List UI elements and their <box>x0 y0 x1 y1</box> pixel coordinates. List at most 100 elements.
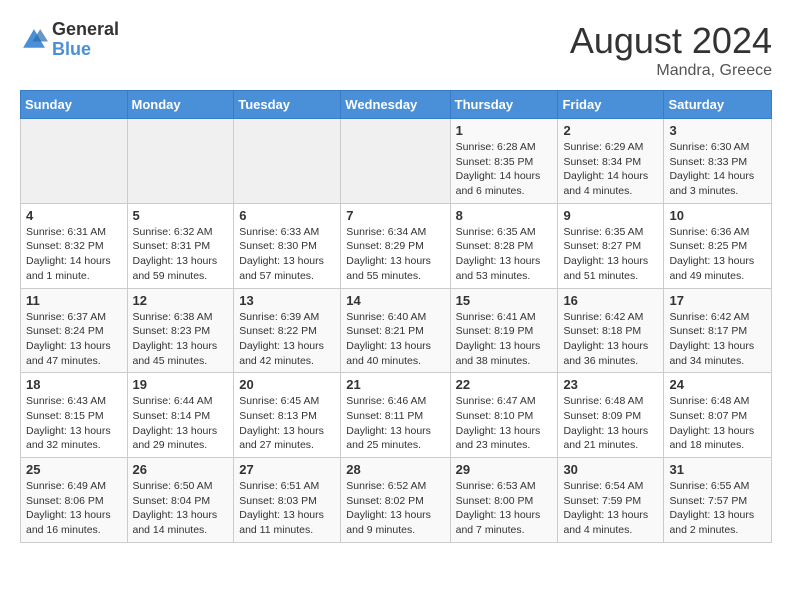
day-number: 4 <box>26 208 122 223</box>
calendar-cell <box>127 119 234 204</box>
calendar-cell: 1Sunrise: 6:28 AM Sunset: 8:35 PM Daylig… <box>450 119 558 204</box>
calendar-cell: 11 Sunrise: 6:37 AM Sunset: 8:24 PM Dayli… <box>21 288 128 373</box>
logo-icon <box>20 26 48 54</box>
day-info: Sunrise: 6:38 AM Sunset: 8:23 PM Dayligh… <box>133 310 229 369</box>
day-number: 12 <box>133 293 229 308</box>
calendar: Sunday Monday Tuesday Wednesday Thursday… <box>20 90 772 543</box>
day-info: Sunrise: 6:54 AM Sunset: 7:59 PM Dayligh… <box>563 479 658 538</box>
day-number: 21 <box>346 377 444 392</box>
calendar-week-4: 18 Sunrise: 6:43 AM Sunset: 8:15 PM Dayli… <box>21 373 772 458</box>
col-tuesday: Tuesday <box>234 91 341 119</box>
calendar-week-5: 25Sunrise: 6:49 AM Sunset: 8:06 PM Dayli… <box>21 458 772 543</box>
day-info: Sunrise: 6:48 AM Sunset: 8:09 PM Dayligh… <box>563 394 658 453</box>
calendar-cell: 29 Sunrise: 6:53 AM Sunset: 8:00 PM Dayli… <box>450 458 558 543</box>
calendar-cell: 27Sunrise: 6:51 AM Sunset: 8:03 PM Dayli… <box>234 458 341 543</box>
day-number: 20 <box>239 377 335 392</box>
logo-general: General <box>52 20 119 40</box>
calendar-cell: 13 Sunrise: 6:39 AM Sunset: 8:22 PM Dayli… <box>234 288 341 373</box>
day-info: Sunrise: 6:50 AM Sunset: 8:04 PM Dayligh… <box>133 479 229 538</box>
calendar-cell: 10 Sunrise: 6:36 AM Sunset: 8:25 PM Dayli… <box>664 203 772 288</box>
day-info: Sunrise: 6:48 AM Sunset: 8:07 PM Dayligh… <box>669 394 766 453</box>
day-info: Sunrise: 6:41 AM Sunset: 8:19 PM Dayligh… <box>456 310 553 369</box>
calendar-cell: 14Sunrise: 6:40 AM Sunset: 8:21 PM Dayli… <box>341 288 450 373</box>
calendar-week-3: 11 Sunrise: 6:37 AM Sunset: 8:24 PM Dayli… <box>21 288 772 373</box>
day-number: 11 <box>26 293 122 308</box>
calendar-cell: 8 Sunrise: 6:35 AM Sunset: 8:28 PM Daylig… <box>450 203 558 288</box>
day-number: 29 <box>456 462 553 477</box>
day-number: 8 <box>456 208 553 223</box>
day-info: Sunrise: 6:42 AM Sunset: 8:17 PM Dayligh… <box>669 310 766 369</box>
day-number: 5 <box>133 208 229 223</box>
day-number: 24 <box>669 377 766 392</box>
day-number: 10 <box>669 208 766 223</box>
day-number: 3 <box>669 123 766 138</box>
day-number: 22 <box>456 377 553 392</box>
day-info: Sunrise: 6:33 AM Sunset: 8:30 PM Dayligh… <box>239 225 335 284</box>
calendar-cell: 18 Sunrise: 6:43 AM Sunset: 8:15 PM Dayli… <box>21 373 128 458</box>
calendar-cell: 23Sunrise: 6:48 AM Sunset: 8:09 PM Dayli… <box>558 373 664 458</box>
col-saturday: Saturday <box>664 91 772 119</box>
day-info: Sunrise: 6:32 AM Sunset: 8:31 PM Dayligh… <box>133 225 229 284</box>
day-info: Sunrise: 6:45 AM Sunset: 8:13 PM Dayligh… <box>239 394 335 453</box>
day-number: 7 <box>346 208 444 223</box>
title-block: August 2024 Mandra, Greece <box>570 20 772 80</box>
day-number: 16 <box>563 293 658 308</box>
calendar-cell: 24 Sunrise: 6:48 AM Sunset: 8:07 PM Dayli… <box>664 373 772 458</box>
calendar-cell: 16Sunrise: 6:42 AM Sunset: 8:18 PM Dayli… <box>558 288 664 373</box>
calendar-cell: 3 Sunrise: 6:30 AM Sunset: 8:33 PM Daylig… <box>664 119 772 204</box>
month-year: August 2024 <box>570 20 772 62</box>
day-info: Sunrise: 6:35 AM Sunset: 8:27 PM Dayligh… <box>563 225 658 284</box>
calendar-cell: 25Sunrise: 6:49 AM Sunset: 8:06 PM Dayli… <box>21 458 128 543</box>
calendar-cell: 9Sunrise: 6:35 AM Sunset: 8:27 PM Daylig… <box>558 203 664 288</box>
day-info: Sunrise: 6:30 AM Sunset: 8:33 PM Dayligh… <box>669 140 766 199</box>
calendar-cell: 4 Sunrise: 6:31 AM Sunset: 8:32 PM Daylig… <box>21 203 128 288</box>
day-info: Sunrise: 6:44 AM Sunset: 8:14 PM Dayligh… <box>133 394 229 453</box>
calendar-cell: 28 Sunrise: 6:52 AM Sunset: 8:02 PM Dayli… <box>341 458 450 543</box>
calendar-cell: 26 Sunrise: 6:50 AM Sunset: 8:04 PM Dayli… <box>127 458 234 543</box>
calendar-cell: 15Sunrise: 6:41 AM Sunset: 8:19 PM Dayli… <box>450 288 558 373</box>
day-info: Sunrise: 6:39 AM Sunset: 8:22 PM Dayligh… <box>239 310 335 369</box>
day-info: Sunrise: 6:49 AM Sunset: 8:06 PM Dayligh… <box>26 479 122 538</box>
day-info: Sunrise: 6:29 AM Sunset: 8:34 PM Dayligh… <box>563 140 658 199</box>
calendar-cell: 6Sunrise: 6:33 AM Sunset: 8:30 PM Daylig… <box>234 203 341 288</box>
calendar-cell <box>234 119 341 204</box>
col-monday: Monday <box>127 91 234 119</box>
day-info: Sunrise: 6:52 AM Sunset: 8:02 PM Dayligh… <box>346 479 444 538</box>
day-number: 30 <box>563 462 658 477</box>
day-info: Sunrise: 6:36 AM Sunset: 8:25 PM Dayligh… <box>669 225 766 284</box>
day-info: Sunrise: 6:37 AM Sunset: 8:24 PM Dayligh… <box>26 310 122 369</box>
day-info: Sunrise: 6:53 AM Sunset: 8:00 PM Dayligh… <box>456 479 553 538</box>
calendar-week-1: 1Sunrise: 6:28 AM Sunset: 8:35 PM Daylig… <box>21 119 772 204</box>
day-number: 26 <box>133 462 229 477</box>
col-thursday: Thursday <box>450 91 558 119</box>
calendar-cell: 22 Sunrise: 6:47 AM Sunset: 8:10 PM Dayli… <box>450 373 558 458</box>
logo: General Blue <box>20 20 119 60</box>
calendar-cell: 19Sunrise: 6:44 AM Sunset: 8:14 PM Dayli… <box>127 373 234 458</box>
day-number: 13 <box>239 293 335 308</box>
calendar-cell: 12 Sunrise: 6:38 AM Sunset: 8:23 PM Dayli… <box>127 288 234 373</box>
col-sunday: Sunday <box>21 91 128 119</box>
calendar-cell: 2 Sunrise: 6:29 AM Sunset: 8:34 PM Daylig… <box>558 119 664 204</box>
day-info: Sunrise: 6:47 AM Sunset: 8:10 PM Dayligh… <box>456 394 553 453</box>
calendar-cell: 21 Sunrise: 6:46 AM Sunset: 8:11 PM Dayli… <box>341 373 450 458</box>
day-info: Sunrise: 6:35 AM Sunset: 8:28 PM Dayligh… <box>456 225 553 284</box>
day-info: Sunrise: 6:28 AM Sunset: 8:35 PM Dayligh… <box>456 140 553 199</box>
calendar-cell: 20 Sunrise: 6:45 AM Sunset: 8:13 PM Dayli… <box>234 373 341 458</box>
logo-text: General Blue <box>52 20 119 60</box>
logo-blue: Blue <box>52 40 119 60</box>
calendar-cell: 17 Sunrise: 6:42 AM Sunset: 8:17 PM Dayli… <box>664 288 772 373</box>
day-info: Sunrise: 6:34 AM Sunset: 8:29 PM Dayligh… <box>346 225 444 284</box>
day-info: Sunrise: 6:55 AM Sunset: 7:57 PM Dayligh… <box>669 479 766 538</box>
day-number: 14 <box>346 293 444 308</box>
calendar-cell <box>341 119 450 204</box>
day-number: 28 <box>346 462 444 477</box>
day-number: 17 <box>669 293 766 308</box>
day-info: Sunrise: 6:46 AM Sunset: 8:11 PM Dayligh… <box>346 394 444 453</box>
day-info: Sunrise: 6:31 AM Sunset: 8:32 PM Dayligh… <box>26 225 122 284</box>
day-number: 18 <box>26 377 122 392</box>
calendar-cell: 7 Sunrise: 6:34 AM Sunset: 8:29 PM Daylig… <box>341 203 450 288</box>
day-number: 27 <box>239 462 335 477</box>
calendar-cell: 30 Sunrise: 6:54 AM Sunset: 7:59 PM Dayli… <box>558 458 664 543</box>
day-number: 2 <box>563 123 658 138</box>
day-info: Sunrise: 6:43 AM Sunset: 8:15 PM Dayligh… <box>26 394 122 453</box>
